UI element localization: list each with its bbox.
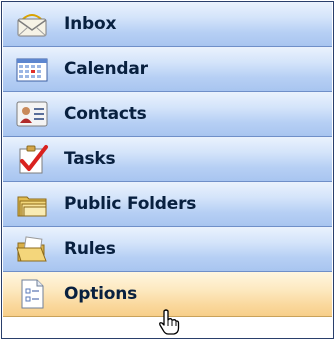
nav-item-label: Inbox (64, 14, 117, 34)
nav-item-contacts[interactable]: Contacts (3, 92, 332, 137)
hand-pointer-icon (158, 309, 180, 339)
options-document-icon (14, 277, 50, 311)
nav-item-calendar[interactable]: Calendar (3, 47, 332, 92)
contacts-card-icon (14, 97, 50, 131)
nav-item-label: Public Folders (64, 194, 197, 214)
rules-folder-icon (14, 232, 50, 266)
nav-item-label: Contacts (64, 104, 147, 124)
nav-item-rules[interactable]: Rules (3, 227, 332, 272)
inbox-envelope-icon (14, 7, 50, 41)
navigation-pane: Inbox Calendar Contacts Tasks Public Fol… (1, 1, 334, 339)
nav-item-label: Rules (64, 239, 116, 259)
tasks-checkmark-icon (14, 142, 50, 176)
nav-item-label: Options (64, 284, 138, 304)
nav-item-public-folders[interactable]: Public Folders (3, 182, 332, 227)
nav-item-inbox[interactable]: Inbox (3, 2, 332, 47)
nav-item-tasks[interactable]: Tasks (3, 137, 332, 182)
public-folders-icon (14, 187, 50, 221)
nav-item-label: Tasks (64, 149, 116, 169)
nav-item-label: Calendar (64, 59, 148, 79)
calendar-icon (14, 52, 50, 86)
